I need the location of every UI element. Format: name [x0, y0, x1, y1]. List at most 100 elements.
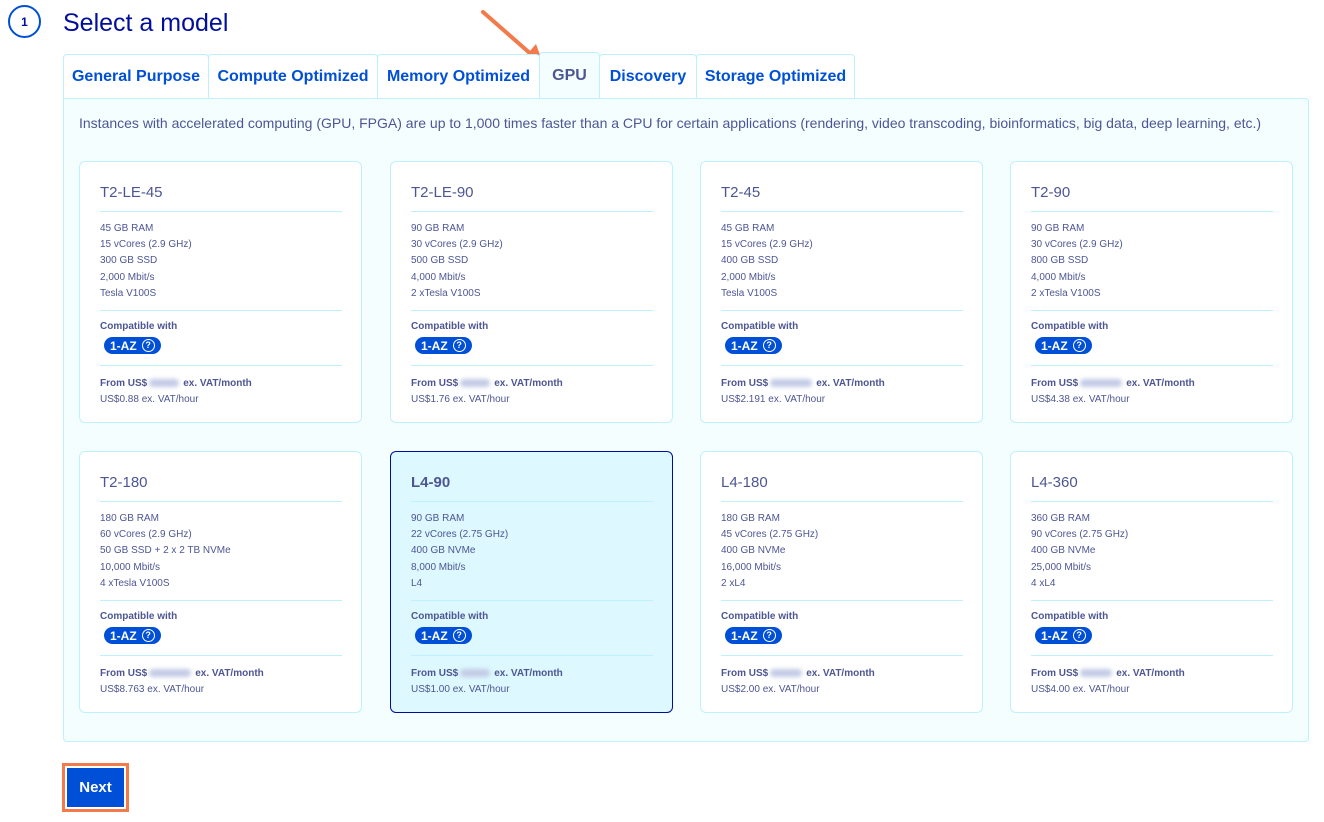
spec-list: 90 GB RAM 22 vCores (2.75 GHz) 400 GB NVMe… — [411, 502, 653, 602]
monthly-price: From US$ ex. VAT/month — [1031, 666, 1273, 682]
spec-list: 360 GB RAM 90 vCores (2.75 GHz) 400 GB NVM… — [1031, 502, 1273, 602]
spec-item: 90 vCores (2.75 GHz) — [1031, 529, 1129, 541]
tab-storage-optimized[interactable]: Storage Optimized — [696, 54, 855, 98]
spec-item: 2 xTesla V100S — [1031, 287, 1101, 299]
help-icon[interactable]: ? — [452, 339, 466, 353]
price-prefix: From US$ — [1031, 667, 1079, 679]
spec-item: 800 GB SSD — [1031, 255, 1089, 267]
models-panel: Instances with accelerated computing (GP… — [63, 98, 1309, 742]
tab-general-purpose[interactable]: General Purpose — [63, 54, 209, 98]
hourly-price: US$2.191 ex. VAT/hour — [721, 393, 826, 405]
model-name: L4-360 — [1031, 452, 1273, 502]
model-category-tabs: General Purpose Compute Optimized Memory O… — [63, 52, 855, 99]
redacted-price — [770, 668, 803, 677]
spec-item: 360 GB RAM — [1031, 513, 1090, 524]
az-badge-label: 1-AZ — [731, 628, 758, 643]
tab-compute-optimized[interactable]: Compute Optimized — [208, 54, 378, 98]
az-badge-label: 1-AZ — [731, 338, 758, 353]
price-suffix: ex. VAT/month — [183, 377, 252, 389]
price-suffix: ex. VAT/month — [494, 377, 563, 389]
monthly-price: From US$ ex. VAT/month — [1031, 376, 1273, 392]
spec-item: 400 GB SSD — [721, 255, 779, 267]
spec-item: Tesla V100S — [721, 287, 778, 299]
spec-item: 4 xTesla V100S — [100, 577, 170, 589]
spec-item: 180 GB RAM — [721, 513, 780, 524]
step-number: 1 — [8, 5, 41, 38]
help-icon[interactable]: ? — [452, 629, 466, 643]
redacted-price — [149, 668, 192, 677]
model-card-t2-le-45[interactable]: T2-LE-45 45 GB RAM 15 vCores (2.9 GHz) 300… — [79, 161, 362, 423]
tab-memory-optimized[interactable]: Memory Optimized — [377, 54, 540, 98]
category-description: Instances with accelerated computing (GP… — [79, 115, 1262, 131]
model-card-t2-180[interactable]: T2-180 180 GB RAM 60 vCores (2.9 GHz) 50 G… — [79, 451, 362, 713]
monthly-price: From US$ ex. VAT/month — [721, 376, 963, 392]
help-icon[interactable]: ? — [141, 629, 155, 643]
redacted-price — [1080, 668, 1113, 677]
redacted-price — [460, 378, 491, 387]
price-suffix: ex. VAT/month — [1116, 667, 1185, 679]
price-prefix: From US$ — [1031, 377, 1079, 389]
model-name: L4-90 — [411, 452, 653, 502]
hourly-price: US$2.00 ex. VAT/hour — [721, 683, 820, 695]
compatible-label: Compatible with — [721, 611, 799, 623]
spec-list: 180 GB RAM 45 vCores (2.75 GHz) 400 GB NVM… — [721, 502, 963, 602]
tab-gpu[interactable]: GPU — [539, 52, 600, 98]
az-badge: 1-AZ ? — [725, 627, 782, 645]
compatible-label: Compatible with — [1031, 321, 1109, 333]
spec-item: 2 xTesla V100S — [411, 287, 481, 299]
model-card-l4-90[interactable]: L4-90 90 GB RAM 22 vCores (2.75 GHz) 400 G… — [390, 451, 673, 713]
model-card-t2-90[interactable]: T2-90 90 GB RAM 30 vCores (2.9 GHz) 800 GB… — [1010, 161, 1293, 423]
compatibility: Compatible with 1-AZ ? — [411, 311, 653, 366]
redacted-price — [460, 668, 491, 677]
spec-item: L4 — [411, 577, 423, 589]
monthly-price: From US$ ex. VAT/month — [721, 666, 963, 682]
spec-item: 15 vCores (2.9 GHz) — [100, 239, 192, 251]
price-prefix: From US$ — [100, 377, 148, 389]
help-icon[interactable]: ? — [141, 339, 155, 353]
az-badge: 1-AZ ? — [104, 337, 161, 355]
page-title: Select a model — [63, 9, 229, 37]
price-prefix: From US$ — [411, 667, 459, 679]
help-icon[interactable]: ? — [762, 629, 776, 643]
price-suffix: ex. VAT/month — [816, 377, 885, 389]
az-badge-label: 1-AZ — [1041, 628, 1068, 643]
help-icon[interactable]: ? — [1072, 629, 1086, 643]
spec-item: 16,000 Mbit/s — [721, 561, 782, 573]
compatibility: Compatible with 1-AZ ? — [721, 601, 963, 656]
hourly-price: US$0.88 ex. VAT/hour — [100, 393, 199, 405]
spec-item: Tesla V100S — [100, 287, 157, 299]
monthly-price: From US$ ex. VAT/month — [411, 666, 653, 682]
model-card-t2-le-90[interactable]: T2-LE-90 90 GB RAM 30 vCores (2.9 GHz) 500… — [390, 161, 673, 423]
spec-list: 180 GB RAM 60 vCores (2.9 GHz) 50 GB SSD +… — [100, 502, 342, 602]
compatible-label: Compatible with — [100, 611, 178, 623]
spec-item: 400 GB NVMe — [1031, 545, 1096, 557]
model-card-l4-360[interactable]: L4-360 360 GB RAM 90 vCores (2.75 GHz) 400… — [1010, 451, 1293, 713]
help-icon[interactable]: ? — [1072, 339, 1086, 353]
pricing: From US$ ex. VAT/month US$8.763 ex. VAT/h… — [100, 656, 342, 698]
help-icon[interactable]: ? — [762, 339, 776, 353]
spec-item: 45 GB RAM — [100, 223, 154, 234]
az-badge: 1-AZ ? — [725, 337, 782, 355]
price-prefix: From US$ — [411, 377, 459, 389]
az-badge: 1-AZ ? — [1035, 627, 1092, 645]
model-card-t2-45[interactable]: T2-45 45 GB RAM 15 vCores (2.9 GHz) 400 GB… — [700, 161, 983, 423]
model-card-l4-180[interactable]: L4-180 180 GB RAM 45 vCores (2.75 GHz) 400… — [700, 451, 983, 713]
tab-discovery[interactable]: Discovery — [599, 54, 697, 98]
spec-item: 45 vCores (2.75 GHz) — [721, 529, 819, 541]
spec-item: 10,000 Mbit/s — [100, 561, 161, 573]
spec-list: 90 GB RAM 30 vCores (2.9 GHz) 500 GB SSD 4,… — [411, 212, 653, 312]
price-suffix: ex. VAT/month — [494, 667, 563, 679]
spec-item: 400 GB NVMe — [411, 545, 476, 557]
spec-item: 90 GB RAM — [1031, 223, 1085, 234]
compatibility: Compatible with 1-AZ ? — [721, 311, 963, 366]
hourly-price: US$8.763 ex. VAT/hour — [100, 683, 205, 695]
next-button[interactable]: Next — [67, 768, 124, 807]
redacted-price — [149, 378, 180, 387]
price-suffix: ex. VAT/month — [195, 667, 264, 679]
pricing: From US$ ex. VAT/month US$4.38 ex. VAT/ho… — [1031, 366, 1273, 408]
spec-item: 50 GB SSD + 2 x 2 TB NVMe — [100, 545, 231, 557]
az-badge-label: 1-AZ — [1041, 338, 1068, 353]
spec-item: 30 vCores (2.9 GHz) — [1031, 239, 1123, 251]
compatibility: Compatible with 1-AZ ? — [1031, 601, 1273, 656]
hourly-price: US$4.00 ex. VAT/hour — [1031, 683, 1130, 695]
